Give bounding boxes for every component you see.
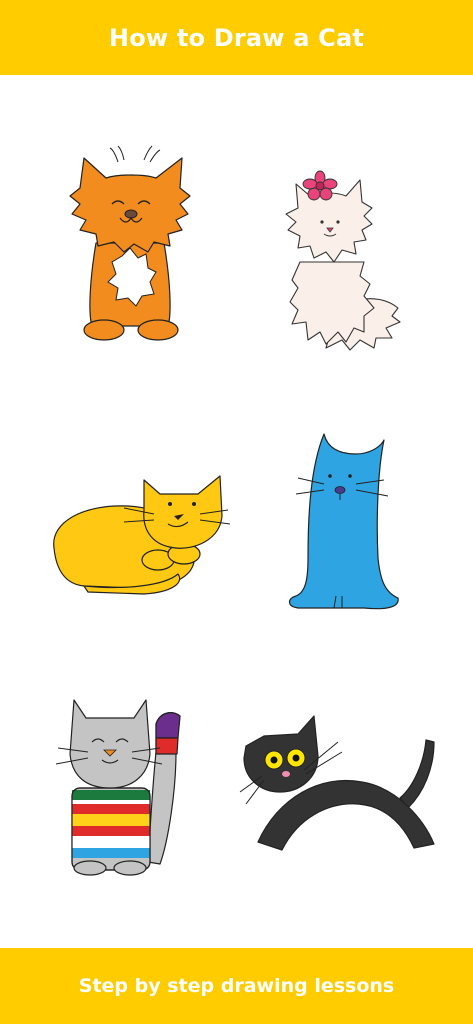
ginger-fluffy-cat-icon[interactable] (66, 145, 196, 348)
yellow-sleeping-cat-icon[interactable] (44, 470, 234, 595)
app-footer: Step by step drawing lessons (0, 948, 473, 1024)
page-title: How to Draw a Cat (108, 23, 365, 52)
app-header: How to Draw a Cat (0, 0, 473, 75)
black-arched-cat-icon[interactable] (238, 712, 443, 857)
white-fluffy-cat-with-pink-flower-icon[interactable] (280, 170, 405, 357)
grey-cat-in-striped-sweater-icon[interactable] (52, 692, 200, 876)
tagline: Step by step drawing lessons (78, 975, 395, 997)
tall-blue-cat-icon[interactable] (284, 428, 404, 618)
